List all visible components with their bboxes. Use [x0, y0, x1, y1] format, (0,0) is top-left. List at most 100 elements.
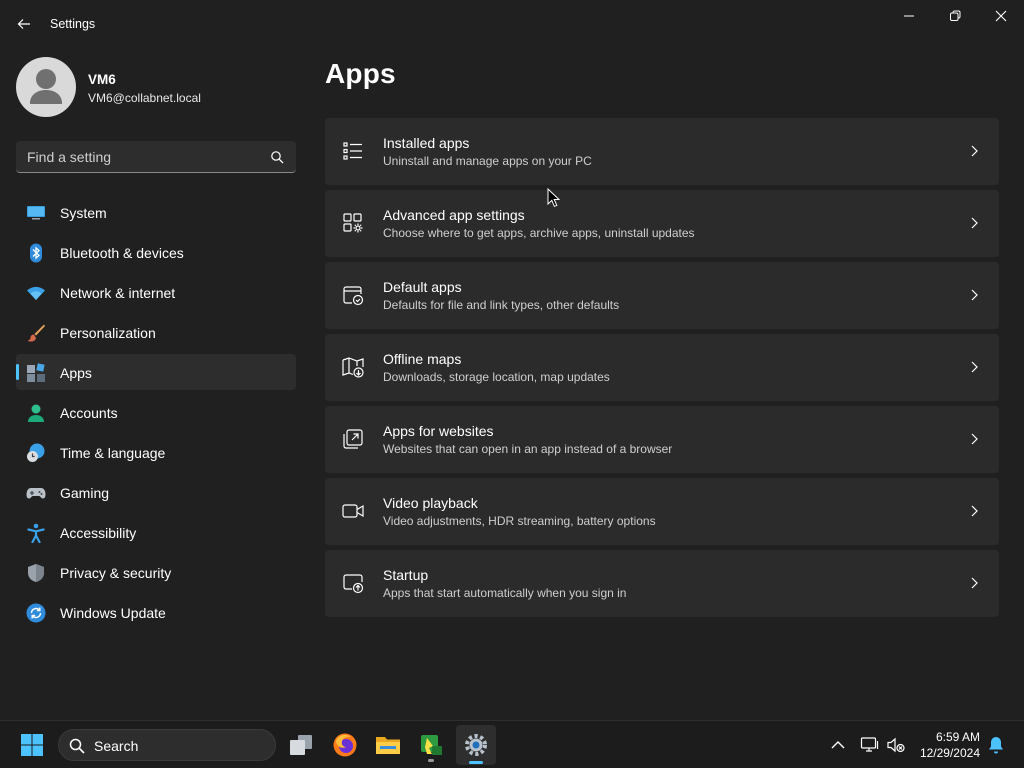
- card-description: Video adjustments, HDR streaming, batter…: [383, 514, 656, 528]
- card-description: Uninstall and manage apps on your PC: [383, 154, 592, 168]
- green-app-button[interactable]: [411, 725, 451, 765]
- card-description: Downloads, storage location, map updates: [383, 370, 610, 384]
- sidebar-item-label: Time & language: [60, 445, 166, 461]
- volume-muted-icon[interactable]: [886, 735, 906, 755]
- sidebar-item-label: Bluetooth & devices: [60, 245, 184, 261]
- video-icon: [342, 504, 364, 518]
- windows-update-icon: [26, 603, 46, 623]
- page-title: Apps: [325, 58, 396, 89]
- sidebar-item-gaming[interactable]: Gaming: [16, 474, 296, 510]
- chevron-right-icon: [971, 433, 978, 445]
- chevron-right-icon: [971, 361, 978, 373]
- sidebar-item-label: Gaming: [60, 485, 110, 501]
- user-email: VM6@collabnet.local: [88, 91, 201, 105]
- task-view-button[interactable]: [281, 725, 321, 765]
- minimize-button[interactable]: [886, 0, 932, 32]
- active-indicator: [469, 761, 483, 764]
- card-title: Installed apps: [383, 135, 470, 151]
- find-setting-input[interactable]: Find a setting: [16, 141, 296, 173]
- offline-maps-card[interactable]: Offline maps Downloads, storage location…: [325, 334, 999, 401]
- taskbar-search[interactable]: Search: [58, 729, 276, 761]
- sidebar-item-label: Accessibility: [60, 525, 137, 541]
- running-indicator: [428, 759, 434, 762]
- settings-icon: [465, 734, 487, 756]
- sidebar-item-apps[interactable]: Apps: [16, 354, 296, 390]
- close-icon: [995, 10, 1007, 22]
- sidebar-item-time-language[interactable]: Time & language: [16, 434, 296, 470]
- settings-taskbar-button[interactable]: [456, 725, 496, 765]
- default-apps-card[interactable]: Default apps Defaults for file and link …: [325, 262, 999, 329]
- sidebar-item-label: Windows Update: [60, 605, 166, 621]
- sidebar-item-label: Personalization: [60, 325, 156, 341]
- chevron-right-icon: [971, 505, 978, 517]
- close-button[interactable]: [978, 0, 1024, 32]
- accessibility-icon: [27, 523, 45, 543]
- card-title: Apps for websites: [383, 423, 494, 439]
- shield-icon: [28, 564, 44, 582]
- card-description: Defaults for file and link types, other …: [383, 298, 620, 312]
- gamepad-icon: [26, 488, 46, 499]
- title-bar: Settings: [0, 0, 1024, 48]
- file-explorer-icon: [376, 737, 400, 754]
- sidebar-item-network[interactable]: Network & internet: [16, 274, 296, 310]
- sidebar-nav: System Bluetooth & devices Network & int…: [16, 194, 296, 634]
- apps-settings-list: Installed apps Uninstall and manage apps…: [325, 118, 999, 622]
- mouse-cursor-icon: [547, 188, 561, 208]
- sidebar-item-accounts[interactable]: Accounts: [16, 394, 296, 430]
- taskbar-search-label: Search: [94, 738, 139, 754]
- sidebar-item-privacy-security[interactable]: Privacy & security: [16, 554, 296, 590]
- clock-date: 12/29/2024: [919, 746, 980, 760]
- back-arrow-icon: [17, 19, 30, 29]
- minimize-icon: [904, 15, 914, 17]
- restore-icon: [950, 10, 961, 21]
- accounts-icon: [28, 404, 44, 422]
- apps-icon: [27, 363, 45, 382]
- chevron-right-icon: [971, 145, 978, 157]
- card-description: Websites that can open in an app instead…: [383, 442, 673, 456]
- sidebar-item-accessibility[interactable]: Accessibility: [16, 514, 296, 550]
- firefox-button[interactable]: [325, 725, 365, 765]
- apps-for-websites-card[interactable]: Apps for websites Websites that can open…: [325, 406, 999, 473]
- restore-button[interactable]: [932, 0, 978, 32]
- card-description: Apps that start automatically when you s…: [383, 586, 627, 600]
- sidebar-item-label: Privacy & security: [60, 565, 172, 581]
- task-view-icon: [290, 735, 312, 755]
- sidebar-item-label: Network & internet: [60, 285, 176, 301]
- offline-maps-icon: [342, 357, 364, 378]
- startup-card[interactable]: Startup Apps that start automatically wh…: [325, 550, 999, 617]
- back-button[interactable]: [8, 8, 40, 40]
- green-app-icon: [421, 735, 442, 755]
- bluetooth-icon: [30, 243, 42, 263]
- start-button[interactable]: [12, 725, 52, 765]
- default-apps-icon: [343, 286, 364, 306]
- paintbrush-icon: [27, 324, 45, 342]
- card-title: Video playback: [383, 495, 478, 511]
- sidebar-item-bluetooth[interactable]: Bluetooth & devices: [16, 234, 296, 270]
- sidebar-item-label: System: [60, 205, 107, 221]
- user-silhouette-icon: [30, 69, 62, 104]
- search-icon: [271, 151, 284, 164]
- video-playback-card[interactable]: Video playback Video adjustments, HDR st…: [325, 478, 999, 545]
- chevron-right-icon: [971, 289, 978, 301]
- sidebar-item-windows-update[interactable]: Windows Update: [16, 594, 296, 630]
- taskbar: Search 6:59 AM 12/29/2024: [0, 720, 1024, 768]
- card-title: Advanced app settings: [383, 207, 525, 223]
- sidebar-item-label: Accounts: [60, 405, 118, 421]
- file-explorer-button[interactable]: [368, 725, 408, 765]
- installed-apps-card[interactable]: Installed apps Uninstall and manage apps…: [325, 118, 999, 185]
- advanced-app-settings-icon: [343, 213, 363, 233]
- chevron-up-icon[interactable]: [828, 735, 848, 755]
- network-icon[interactable]: [860, 735, 880, 755]
- sidebar-item-system[interactable]: System: [16, 194, 296, 230]
- avatar[interactable]: [16, 57, 76, 117]
- app-title: Settings: [50, 17, 96, 31]
- notification-bell-icon[interactable]: [986, 735, 1006, 755]
- system-clock[interactable]: 6:59 AM 12/29/2024: [920, 729, 980, 761]
- time-language-icon: [27, 443, 45, 462]
- wifi-icon: [27, 286, 45, 300]
- apps-for-websites-icon: [343, 429, 363, 449]
- sidebar-item-personalization[interactable]: Personalization: [16, 314, 296, 350]
- clock-time: 6:59 AM: [935, 730, 980, 744]
- chevron-right-icon: [971, 217, 978, 229]
- advanced-app-settings-card[interactable]: Advanced app settings Choose where to ge…: [325, 190, 999, 257]
